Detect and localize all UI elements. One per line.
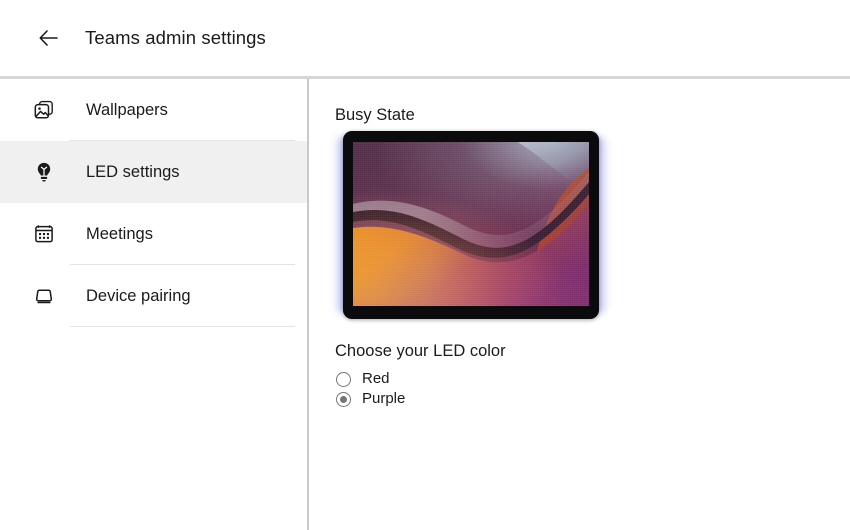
- section-title-busy-state: Busy State: [335, 106, 415, 124]
- sidebar-item-wallpapers[interactable]: Wallpapers: [0, 79, 307, 141]
- image-stack-icon: [30, 96, 58, 124]
- radio-button-red[interactable]: [336, 371, 351, 387]
- radio-option-red[interactable]: Red: [336, 369, 405, 389]
- sidebar-item-label: Wallpapers: [86, 101, 168, 119]
- led-preview: [335, 131, 607, 323]
- radio-option-purple[interactable]: Purple: [336, 389, 405, 409]
- sidebar-item-label: LED settings: [86, 163, 180, 181]
- sidebar-separator: [70, 326, 295, 327]
- body-area: Wallpapers LED settings Meetings Device …: [0, 79, 850, 530]
- settings-content-pane: Busy State Choose your LED color Red Pur…: [309, 79, 850, 530]
- wallpaper-grain: [353, 142, 589, 306]
- monitor-icon: [30, 282, 58, 310]
- led-color-radio-group: Red Purple: [336, 369, 405, 409]
- teams-admin-settings-window: Teams admin settings Wallpapers LED sett…: [0, 0, 850, 530]
- page-title: Teams admin settings: [85, 27, 266, 48]
- radio-button-purple[interactable]: [336, 391, 351, 407]
- radio-label-purple: Purple: [362, 390, 406, 407]
- sidebar-item-led-settings[interactable]: LED settings: [0, 141, 307, 203]
- sidebar-item-meetings[interactable]: Meetings: [0, 203, 307, 265]
- sidebar-item-label: Device pairing: [86, 287, 191, 305]
- app-header: Teams admin settings: [0, 0, 850, 76]
- tablet-screen: [353, 142, 589, 306]
- sidebar-item-label: Meetings: [86, 225, 153, 243]
- radio-label-red: Red: [362, 370, 390, 387]
- sidebar-item-device-pairing[interactable]: Device pairing: [0, 265, 307, 327]
- back-button[interactable]: [32, 21, 66, 55]
- settings-sidebar: Wallpapers LED settings Meetings Device …: [0, 79, 307, 530]
- calendar-icon: [30, 220, 58, 248]
- lightbulb-icon: [30, 158, 58, 186]
- arrow-left-icon: [36, 25, 62, 51]
- tablet-device-frame: [343, 131, 599, 319]
- led-color-chooser-title: Choose your LED color: [335, 342, 506, 360]
